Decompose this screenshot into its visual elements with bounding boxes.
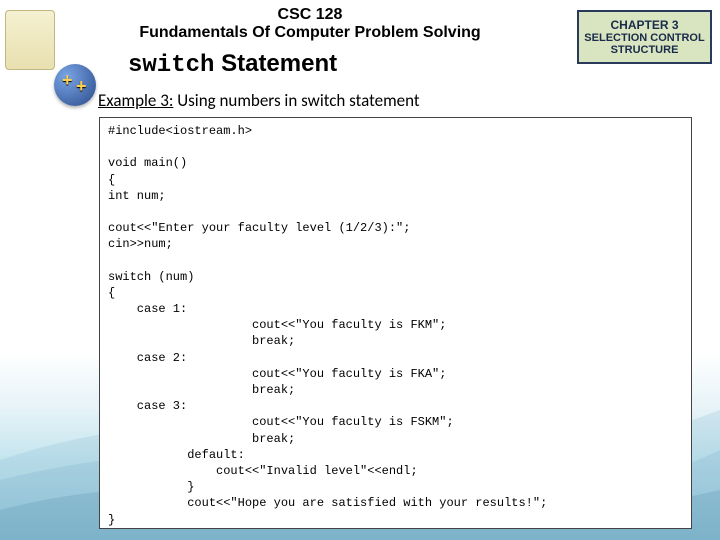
example-heading: Example 3: Using numbers in switch state… (98, 90, 420, 111)
example-description: Using numbers in switch statement (173, 90, 419, 111)
slide-header: CSC 128 Fundamentals Of Computer Problem… (60, 6, 560, 42)
code-block: #include<iostream.h> void main() { int n… (99, 117, 692, 529)
chapter-badge: CHAPTER 3 SELECTION CONTROL STRUCTURE (577, 10, 712, 64)
section-title: switch Statement (128, 50, 337, 79)
keyword-switch: switch (128, 52, 214, 79)
chapter-title-line1: SELECTION CONTROL (583, 32, 706, 44)
university-logo (5, 10, 55, 70)
slide: + + CSC 128 Fundamentals Of Computer Pro… (0, 0, 720, 540)
course-title: Fundamentals Of Computer Problem Solving (60, 24, 560, 42)
example-label: Example 3: (98, 90, 173, 111)
cpp-logo-icon: + + (50, 62, 105, 112)
chapter-number: CHAPTER 3 (583, 18, 706, 32)
chapter-title-line2: STRUCTURE (583, 44, 706, 56)
course-code: CSC 128 (60, 6, 560, 24)
section-title-rest: Statement (214, 50, 337, 77)
